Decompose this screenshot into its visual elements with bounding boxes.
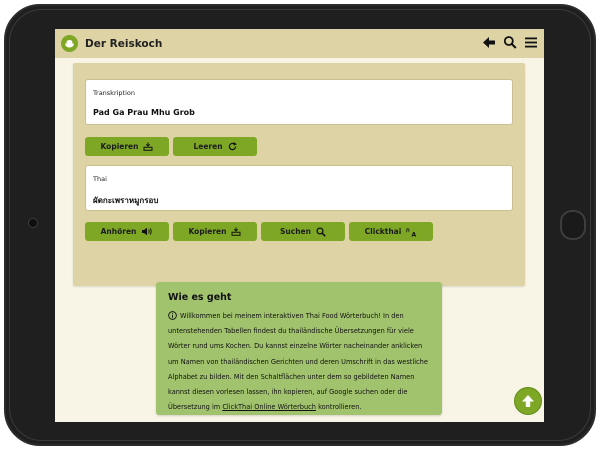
clickthai-dictionary-link[interactable]: ClickThai Online Wörterbuch bbox=[222, 403, 316, 411]
transcription-label: Transkription bbox=[93, 89, 135, 97]
translate-icon: กA bbox=[406, 227, 417, 238]
how-it-works-box: Wie es geht Willkommen bei meinem intera… bbox=[156, 282, 442, 415]
copy-thai-button[interactable]: Kopieren bbox=[173, 222, 257, 241]
camera-icon bbox=[28, 218, 38, 228]
svg-text:A: A bbox=[412, 232, 417, 238]
thai-value[interactable]: ผัดกะเพราหมูกรอบ bbox=[93, 194, 158, 207]
copy-transcription-button[interactable]: Kopieren bbox=[85, 137, 169, 156]
info-title: Wie es geht bbox=[168, 292, 232, 303]
rice-bowl-logo-icon[interactable] bbox=[61, 35, 78, 52]
info-text: Willkommen bei meinem interaktiven Thai … bbox=[168, 309, 432, 415]
speaker-icon bbox=[142, 227, 153, 236]
home-button[interactable] bbox=[560, 210, 586, 240]
app-screen: Der Reiskoch Transkription Pad Ga Prau M… bbox=[55, 29, 544, 422]
copy-thai-button-label: Kopieren bbox=[188, 227, 227, 236]
search-google-button[interactable]: Suchen bbox=[261, 222, 345, 241]
clickthai-button[interactable]: Clickthai กA bbox=[349, 222, 433, 241]
listen-button-label: Anhören bbox=[100, 227, 137, 236]
info-text-end: kontrollieren. bbox=[315, 403, 362, 412]
search-button-label: Suchen bbox=[280, 227, 311, 236]
transcription-field[interactable]: Transkription Pad Ga Prau Mhu Grob bbox=[85, 79, 513, 125]
thai-label: Thai bbox=[93, 175, 107, 183]
arrow-up-icon bbox=[522, 395, 534, 407]
info-icon bbox=[168, 311, 177, 320]
clear-button[interactable]: Leeren bbox=[173, 137, 257, 156]
app-title[interactable]: Der Reiskoch bbox=[85, 38, 162, 50]
menu-icon[interactable] bbox=[524, 35, 538, 50]
info-text-intro: Willkommen bei meinem interaktiven Thai … bbox=[168, 312, 428, 412]
back-arrow-icon[interactable] bbox=[482, 35, 496, 50]
builder-card: Transkription Pad Ga Prau Mhu Grob Kopie… bbox=[73, 63, 525, 286]
thai-field[interactable]: Thai ผัดกะเพราหมูกรอบ bbox=[85, 165, 513, 211]
refresh-icon bbox=[228, 142, 237, 151]
transcription-value[interactable]: Pad Ga Prau Mhu Grob bbox=[93, 108, 195, 117]
copy-button-label: Kopieren bbox=[100, 142, 139, 151]
clickthai-button-label: Clickthai bbox=[364, 227, 402, 236]
search-icon bbox=[316, 226, 326, 237]
search-icon[interactable] bbox=[503, 35, 517, 50]
listen-button[interactable]: Anhören bbox=[85, 222, 169, 241]
copy-icon bbox=[231, 227, 241, 236]
app-header: Der Reiskoch bbox=[55, 29, 544, 58]
svg-text:ก: ก bbox=[406, 227, 410, 234]
clear-button-label: Leeren bbox=[193, 142, 223, 151]
scroll-to-top-button[interactable] bbox=[514, 387, 542, 415]
copy-icon bbox=[143, 142, 153, 151]
